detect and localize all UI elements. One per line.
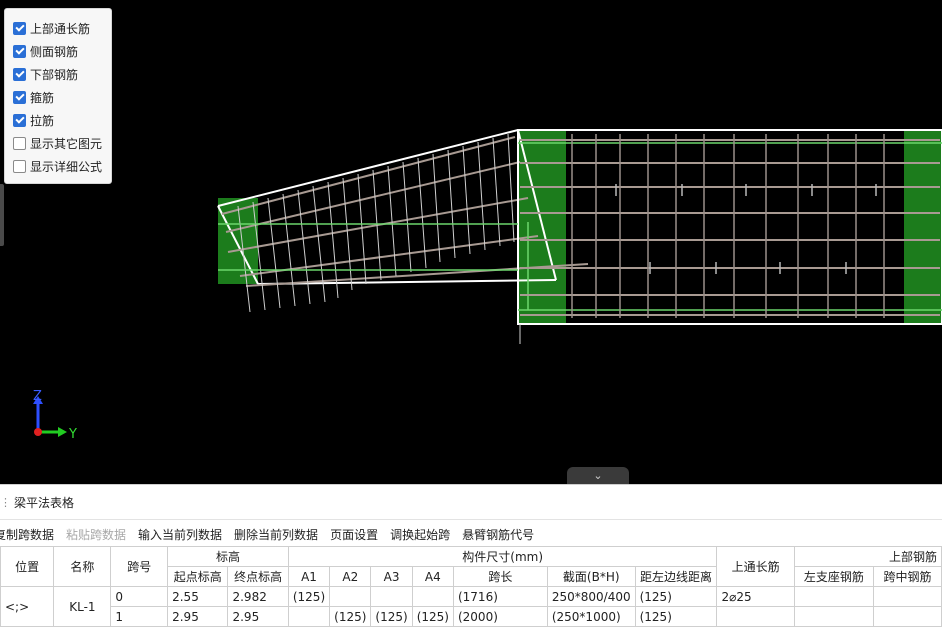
header-edge-dist: 距左边线距离	[634, 566, 718, 587]
cell-position[interactable]: <;>	[0, 586, 55, 627]
cantilever-stirrups	[237, 133, 515, 313]
legend-item-bottom[interactable]: 下部钢筋	[5, 63, 111, 86]
cell-a4[interactable]: (125)	[411, 606, 454, 627]
cell-left-support[interactable]	[793, 606, 874, 627]
cell-name[interactable]: KL-1	[53, 586, 112, 627]
cell-end-elev[interactable]: 2.95	[227, 606, 289, 627]
cell-mid-span[interactable]	[872, 606, 942, 627]
cell-a1[interactable]: (125)	[287, 586, 331, 607]
drag-handle-icon[interactable]: ⋮	[0, 496, 11, 509]
rebar-display-panel: 上部通长筋 侧面钢筋 下部钢筋 箍筋 拉筋 显示其它图元 显示详细公式	[4, 8, 112, 184]
legend-item-side[interactable]: 侧面钢筋	[5, 40, 111, 63]
span-long-rebars	[520, 139, 940, 316]
cell-start-elev[interactable]: 2.55	[167, 586, 229, 607]
checkbox-checked-icon[interactable]	[13, 68, 26, 81]
header-dims: 构件尺寸(mm)	[287, 546, 718, 567]
swap-start-span-button[interactable]: 调换起始跨	[390, 526, 450, 543]
header-a4: A4	[411, 566, 454, 587]
cell-span[interactable]: 0	[110, 586, 169, 607]
span-stirrups	[571, 134, 885, 318]
checkbox-checked-icon[interactable]	[13, 91, 26, 104]
chevron-down-icon: ⌄	[593, 469, 603, 482]
cell-top-through[interactable]: 2⌀25	[716, 586, 795, 607]
cantilever-code-button[interactable]: 悬臂钢筋代号	[462, 526, 534, 543]
beam-table: 位置 名称 跨号 标高 构件尺寸(mm) 上通长筋 上部钢筋 起点标高 终点标高…	[0, 546, 942, 627]
header-span-len: 跨长	[452, 566, 548, 587]
table-row[interactable]: <;> KL-1 0 2.55 2.982 (125) (1716) 250*8…	[0, 586, 942, 627]
header-a1: A1	[287, 566, 331, 587]
cell-a3[interactable]	[370, 586, 413, 607]
span-tie-bars	[615, 184, 877, 274]
collapse-panel-button[interactable]: ⌄	[567, 467, 629, 484]
panel-header: ⋮ 梁平法表格	[0, 485, 942, 520]
delete-column-button[interactable]: 删除当前列数据	[234, 526, 318, 543]
legend-item-top-through[interactable]: 上部通长筋	[5, 17, 111, 40]
cell-mid-span[interactable]	[872, 586, 942, 607]
header-top-rebar: 上部钢筋	[793, 546, 942, 567]
side-splitter-handle[interactable]	[0, 184, 4, 246]
axis-gizmo: Z Y	[33, 389, 77, 442]
cell-section[interactable]: (250*1000)	[546, 606, 636, 627]
header-name: 名称	[53, 546, 112, 587]
header-section: 截面(B*H)	[546, 566, 636, 587]
cell-a3[interactable]: (125)	[370, 606, 413, 627]
checkbox-checked-icon[interactable]	[13, 45, 26, 58]
header-mid-span: 跨中钢筋	[872, 566, 942, 587]
paste-span-button[interactable]: 粘贴跨数据	[66, 526, 126, 543]
cell-span-len[interactable]: (1716)	[452, 586, 548, 607]
cell-a2[interactable]: (125)	[329, 606, 372, 627]
table-toolbar: 复制跨数据 粘贴跨数据 输入当前列数据 删除当前列数据 页面设置 调换起始跨 悬…	[0, 520, 942, 548]
beam-3d-scene[interactable]	[0, 0, 942, 484]
header-end-elev: 终点标高	[227, 566, 289, 587]
checkbox-checked-icon[interactable]	[13, 22, 26, 35]
cell-span-len[interactable]: (2000)	[452, 606, 548, 627]
3d-viewport[interactable]: 上部通长筋 侧面钢筋 下部钢筋 箍筋 拉筋 显示其它图元 显示详细公式 Z Y …	[0, 0, 942, 484]
cell-a4[interactable]	[411, 586, 454, 607]
legend-item-other-elements[interactable]: 显示其它图元	[5, 132, 111, 155]
cell-a2[interactable]	[329, 586, 372, 607]
header-position: 位置	[0, 546, 55, 587]
header-start-elev: 起点标高	[167, 566, 229, 587]
span-green-lines	[218, 142, 942, 311]
legend-label: 上部通长筋	[30, 22, 91, 36]
legend-item-stirrup[interactable]: 箍筋	[5, 86, 111, 109]
legend-label: 侧面钢筋	[30, 45, 79, 59]
header-elevation: 标高	[167, 546, 289, 567]
cell-section[interactable]: 250*800/400	[546, 586, 636, 607]
cell-end-elev[interactable]: 2.982	[227, 586, 289, 607]
checkbox-checked-icon[interactable]	[13, 114, 26, 127]
legend-label: 拉筋	[30, 114, 55, 128]
header-top-through: 上通长筋	[716, 546, 795, 587]
cell-a1[interactable]	[287, 606, 331, 627]
table-row[interactable]: 1 2.95 2.95 (125) (125) (125) (2000) (25…	[1, 606, 942, 627]
checkbox-unchecked-icon[interactable]	[13, 160, 26, 173]
header-span: 跨号	[110, 546, 169, 587]
cell-top-through[interactable]	[716, 606, 795, 627]
checkbox-unchecked-icon[interactable]	[13, 137, 26, 150]
cell-span[interactable]: 1	[110, 606, 169, 627]
cell-edge-dist[interactable]: (125)	[634, 586, 718, 607]
legend-label: 显示其它图元	[30, 137, 103, 151]
legend-item-tie[interactable]: 拉筋	[5, 109, 111, 132]
page-setup-button[interactable]: 页面设置	[330, 526, 378, 543]
legend-label: 显示详细公式	[30, 160, 103, 174]
axis-z-label: Z	[33, 389, 42, 404]
cell-left-support[interactable]	[793, 586, 874, 607]
legend-item-formula[interactable]: 显示详细公式	[5, 155, 111, 178]
header-a2: A2	[329, 566, 372, 587]
beam-table-panel: ⋮ 梁平法表格 复制跨数据 粘贴跨数据 输入当前列数据 删除当前列数据 页面设置…	[0, 484, 942, 640]
axis-y-label: Y	[68, 427, 77, 442]
copy-span-button[interactable]: 复制跨数据	[0, 526, 54, 543]
panel-title: 梁平法表格	[14, 495, 75, 510]
header-left-support: 左支座钢筋	[793, 566, 874, 587]
cell-start-elev[interactable]: 2.95	[167, 606, 229, 627]
input-column-button[interactable]: 输入当前列数据	[138, 526, 222, 543]
header-a3: A3	[370, 566, 413, 587]
cell-edge-dist[interactable]: (125)	[634, 606, 718, 627]
legend-label: 下部钢筋	[30, 68, 79, 82]
legend-label: 箍筋	[30, 91, 55, 105]
